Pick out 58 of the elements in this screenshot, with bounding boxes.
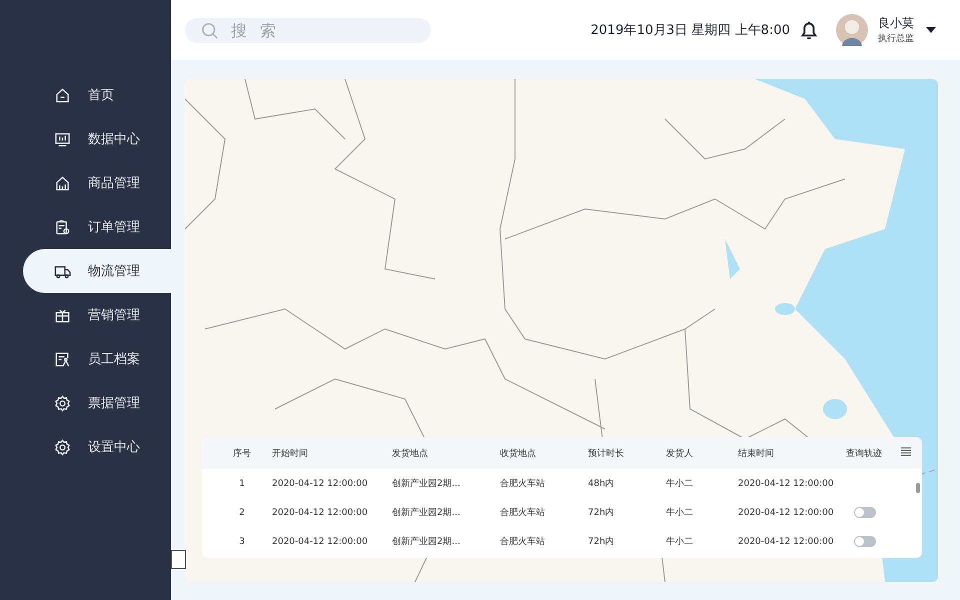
menu-icon[interactable] xyxy=(901,447,911,457)
toggle-switch[interactable] xyxy=(854,536,876,547)
table-cell-text: 72h内 xyxy=(588,506,616,519)
nav-item[interactable]: 票据管理 xyxy=(23,381,171,425)
column-header: 查询轨迹 xyxy=(846,448,883,460)
table-cell-text: 合肥火车站 xyxy=(500,478,546,490)
nav-item[interactable]: 营销管理 xyxy=(23,293,171,337)
user-role: 执行总监 xyxy=(878,32,914,45)
table-cell-text: 2020-04-12 12:00:00 xyxy=(738,508,835,518)
nav-item[interactable]: 首页 xyxy=(23,73,171,117)
house-icon xyxy=(54,86,71,104)
table-cell-text: 牛小二 xyxy=(666,536,694,548)
gear-icon xyxy=(54,438,71,456)
date-time: 2019年10月3日 星期四 上午8:00 xyxy=(590,22,790,39)
nav-item[interactable]: 数据中心 xyxy=(23,117,171,161)
column-header: 预计时长 xyxy=(588,448,625,460)
table-cell-text: 合肥火车站 xyxy=(500,506,546,519)
table-cell-text: 2020-04-12 12:00:00 xyxy=(272,508,369,518)
table-cell-text: 创新产业园2期... xyxy=(392,506,462,519)
search-icon xyxy=(201,22,219,40)
column-header: 发货地点 xyxy=(392,448,429,460)
table-cell-text: 2 xyxy=(238,508,246,518)
table-cell-text: 48h内 xyxy=(588,478,616,490)
table-cell-text: 2020-04-12 12:00:00 xyxy=(738,536,835,546)
small-square xyxy=(171,550,186,569)
caret-icon[interactable] xyxy=(926,27,936,33)
clipboard-icon xyxy=(54,218,71,236)
nav-item[interactable]: 员工档案 xyxy=(23,337,171,381)
table-cell-text: 牛小二 xyxy=(666,478,694,490)
house-icon xyxy=(54,174,71,192)
gear-icon xyxy=(54,394,71,412)
scrollbar[interactable] xyxy=(916,483,920,493)
table-cell-text: 2020-04-12 12:00:00 xyxy=(738,478,835,488)
nav-item[interactable]: 设置中心 xyxy=(23,425,171,469)
bell-icon[interactable] xyxy=(798,19,820,41)
column-header: 开始时间 xyxy=(272,448,309,460)
search-field[interactable]: 搜 索 xyxy=(185,18,431,42)
avatar[interactable] xyxy=(836,14,868,46)
toggle-switch[interactable] xyxy=(854,507,876,518)
nav-item[interactable]: 商品管理 xyxy=(23,161,171,205)
nav-item[interactable]: 订单管理 xyxy=(23,205,171,249)
person-card-icon xyxy=(54,350,71,368)
table-cell-text: 合肥火车站 xyxy=(500,536,546,548)
table-cell-text: 2020-04-12 12:00:00 xyxy=(272,536,369,546)
table-cell-text: 2020-04-12 12:00:00 xyxy=(272,478,369,488)
table-cell-text: 72h内 xyxy=(588,536,616,548)
table-cell-text: 牛小二 xyxy=(666,506,694,519)
user-name: 良小莫 xyxy=(878,15,914,32)
table-cell-text: 创新产业园2期... xyxy=(392,536,462,548)
table-cell-text: 3 xyxy=(238,536,246,546)
column-header: 发货人 xyxy=(666,448,694,460)
table-cell-text: 创新产业园2期... xyxy=(392,478,462,490)
column-header: 收货地点 xyxy=(500,448,537,460)
nav-item[interactable]: 物流管理 xyxy=(23,249,171,293)
monitor-icon xyxy=(54,130,71,148)
column-header: 序号 xyxy=(232,448,252,460)
column-header: 结束时间 xyxy=(738,448,775,460)
table-cell-text: 1 xyxy=(238,478,246,488)
